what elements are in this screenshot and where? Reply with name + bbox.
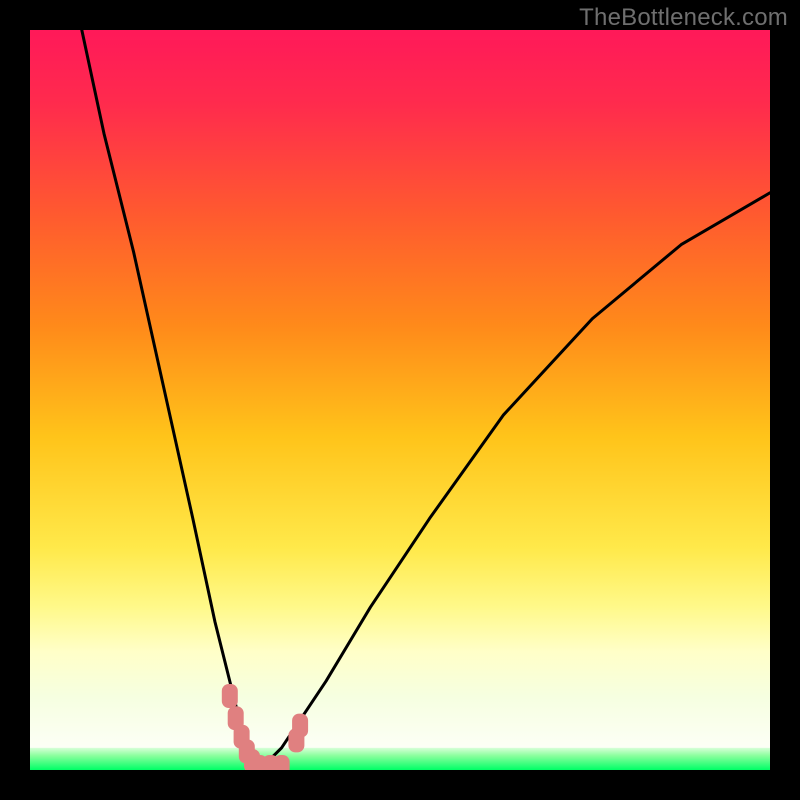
marker-point — [222, 684, 238, 708]
band-green-band — [30, 748, 770, 770]
marker-point — [274, 755, 290, 770]
gradient-background — [30, 30, 770, 770]
outer-frame: TheBottleneck.com — [0, 0, 800, 800]
chart-plot-area — [30, 30, 770, 770]
watermark-text: TheBottleneck.com — [579, 4, 788, 32]
marker-point — [292, 714, 308, 738]
chart-svg — [30, 30, 770, 770]
bands-layer — [30, 748, 770, 770]
